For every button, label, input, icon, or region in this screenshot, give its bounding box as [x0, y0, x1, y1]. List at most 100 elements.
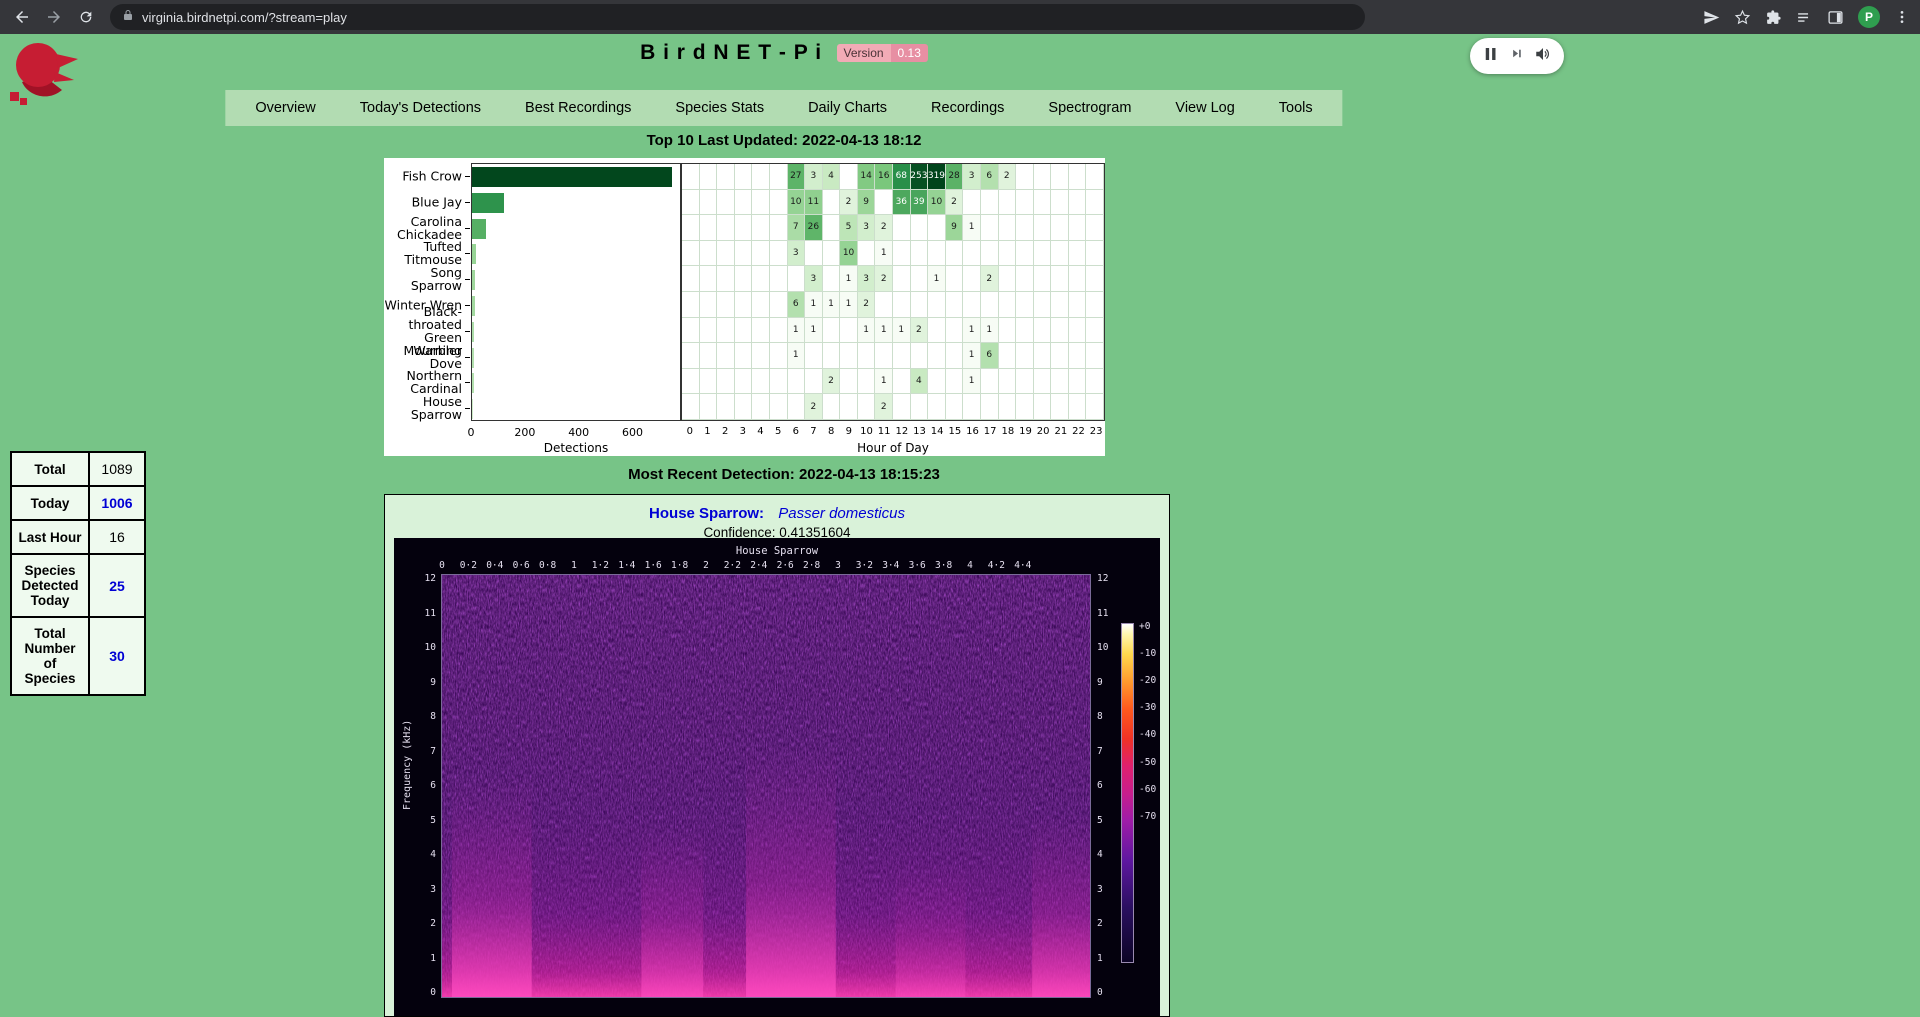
heatmap-cell — [963, 190, 981, 216]
heatmap-cell: 2 — [840, 190, 858, 216]
heatmap-cell — [735, 266, 753, 292]
time-tick-label: 3·8 — [935, 560, 952, 571]
bookmark-star-icon[interactable] — [1734, 9, 1751, 26]
species-common-name-link[interactable]: House Sparrow: — [649, 505, 764, 522]
heatmap-cell — [1034, 190, 1052, 216]
heatmap-cell — [752, 292, 770, 318]
top10-chart: Fish CrowBlue JayCarolina ChickadeeTufte… — [384, 158, 1105, 456]
url-bar[interactable]: virginia.birdnetpi.com/?stream=play — [110, 4, 1365, 30]
freq-tick-label: 5 — [1097, 815, 1103, 826]
freq-tick-label: 6 — [1097, 780, 1103, 791]
profile-avatar[interactable]: P — [1858, 6, 1880, 28]
heatmap-cell: 7 — [788, 215, 806, 241]
heatmap-cell — [1016, 215, 1034, 241]
share-icon[interactable] — [1703, 9, 1720, 26]
nav-item-today-s-detections[interactable]: Today's Detections — [338, 100, 503, 116]
heatmap-cell — [1034, 292, 1052, 318]
detection-bar — [472, 296, 475, 316]
browser-menu-icon[interactable] — [1894, 9, 1910, 25]
colorbar-tick-label: -10 — [1139, 648, 1156, 659]
y-tick-mark — [465, 176, 470, 177]
nav-item-best-recordings[interactable]: Best Recordings — [503, 100, 653, 116]
freq-tick-label: 3 — [412, 884, 436, 895]
heatmap-cell — [840, 369, 858, 395]
browser-forward-button[interactable] — [42, 5, 66, 29]
browser-refresh-button[interactable] — [74, 5, 98, 29]
heatmap-cell: 2 — [823, 369, 841, 395]
heatmap-cell — [1016, 164, 1034, 190]
reading-list-icon[interactable] — [1796, 9, 1813, 26]
colorbar-tick-label: -40 — [1139, 729, 1156, 740]
heatmap-cell: 3 — [858, 215, 876, 241]
time-tick-label: 3 — [835, 560, 841, 571]
species-scientific-name-link[interactable]: Passer domesticus — [778, 505, 905, 522]
heatmap-cell — [1016, 190, 1034, 216]
most-recent-heading: Most Recent Detection: 2022-04-13 18:15:… — [0, 466, 1568, 483]
heatmap-cell — [823, 318, 841, 344]
heatmap-cell — [928, 394, 946, 420]
colorbar-tick-label: -20 — [1139, 675, 1156, 686]
heatmap-cell — [928, 215, 946, 241]
heatmap-cell — [682, 394, 700, 420]
heatmap-cell — [752, 318, 770, 344]
heatmap-cell — [717, 164, 735, 190]
heatmap-cell — [1086, 318, 1104, 344]
y-tick-mark — [465, 228, 470, 229]
nav-item-daily-charts[interactable]: Daily Charts — [786, 100, 909, 116]
audio-player[interactable] — [1470, 38, 1564, 74]
heatmap-cell — [858, 369, 876, 395]
summary-value[interactable]: 30 — [89, 617, 145, 695]
heatmap-cell — [981, 241, 999, 267]
heatmap-cell — [893, 292, 911, 318]
heatmap-cell — [682, 369, 700, 395]
summary-value[interactable]: 25 — [89, 554, 145, 617]
heatmap-cell: 1 — [875, 369, 893, 395]
browser-back-button[interactable] — [10, 5, 34, 29]
heatmap-cell — [717, 394, 735, 420]
freq-tick-label: 2 — [412, 918, 436, 929]
detection-bar — [472, 348, 474, 368]
heatmap-cell — [1069, 190, 1087, 216]
heatmap-cell — [770, 292, 788, 318]
freq-tick-label: 1 — [1097, 953, 1103, 964]
heatmap-cell — [946, 369, 964, 395]
nav-item-overview[interactable]: Overview — [233, 100, 337, 116]
summary-row: Total Number of Species30 — [11, 617, 145, 695]
x-tick-label: 15 — [946, 426, 964, 437]
heatmap-cell: 1 — [875, 241, 893, 267]
nav-item-species-stats[interactable]: Species Stats — [653, 100, 786, 116]
extensions-icon[interactable] — [1765, 9, 1782, 26]
nav-item-tools[interactable]: Tools — [1257, 100, 1335, 116]
heatmap-cell: 3 — [963, 164, 981, 190]
heatmap-cell: 1 — [963, 318, 981, 344]
heatmap-cell — [1016, 292, 1034, 318]
summary-label: Species Detected Today — [11, 554, 89, 617]
y-tick-mark — [465, 408, 470, 409]
heatmap-cell — [770, 318, 788, 344]
pause-icon[interactable] — [1482, 45, 1500, 68]
time-tick-label: 4 — [967, 560, 973, 571]
heatmap-cell — [981, 369, 999, 395]
heatmap-cell — [1051, 318, 1069, 344]
heatmap-cell — [1016, 318, 1034, 344]
heatmap-cell — [770, 343, 788, 369]
volume-icon[interactable] — [1534, 45, 1552, 68]
heatmap-cell: 1 — [788, 318, 806, 344]
y-tick-mark — [465, 357, 470, 358]
heatmap-cell — [875, 190, 893, 216]
nav-item-recordings[interactable]: Recordings — [909, 100, 1026, 116]
heatmap-cell — [682, 215, 700, 241]
seek-forward-icon[interactable] — [1511, 47, 1524, 65]
sidebar-icon[interactable] — [1827, 9, 1844, 26]
heatmap-cell — [770, 164, 788, 190]
heatmap-cell — [963, 292, 981, 318]
freq-tick-label: 2 — [1097, 918, 1103, 929]
nav-item-view-log[interactable]: View Log — [1153, 100, 1256, 116]
heatmap-cell: 28 — [946, 164, 964, 190]
nav-item-spectrogram[interactable]: Spectrogram — [1026, 100, 1153, 116]
heatmap-cell — [1034, 318, 1052, 344]
version-badge: Version 0.13 — [837, 44, 928, 62]
recent-detection-panel: House Sparrow: Passer domesticus Confide… — [384, 494, 1170, 1017]
heatmap-cell — [946, 292, 964, 318]
summary-value[interactable]: 1006 — [89, 486, 145, 520]
